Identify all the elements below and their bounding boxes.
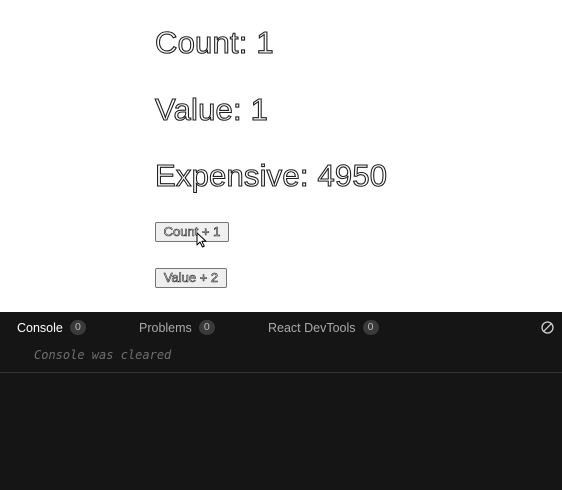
tab-label: Problems bbox=[139, 320, 192, 335]
value-heading: Value: 1 bbox=[154, 91, 269, 127]
tab-react-devtools[interactable]: React DevTools 0 bbox=[268, 319, 379, 336]
clear-console-icon[interactable] bbox=[541, 321, 554, 334]
tab-label: Console bbox=[17, 320, 63, 335]
value-plus-two-button[interactable]: Value + 2 bbox=[155, 268, 227, 288]
console-message: Console was cleared bbox=[34, 348, 172, 362]
tab-problems[interactable]: Problems 0 bbox=[139, 319, 215, 336]
expensive-heading: Expensive: 4950 bbox=[154, 157, 388, 193]
console-panel: Console 0 Problems 0 React DevTools 0 Conso… bbox=[0, 312, 562, 490]
console-divider bbox=[0, 372, 562, 373]
tab-console[interactable]: Console 0 bbox=[17, 319, 86, 336]
tab-label: React DevTools bbox=[268, 320, 356, 335]
tab-count-badge: 0 bbox=[362, 320, 379, 336]
count-heading: Count: 1 bbox=[154, 24, 274, 60]
tab-count-badge: 0 bbox=[198, 320, 215, 336]
mouse-cursor-icon bbox=[196, 232, 207, 248]
app-preview: Count: 1 Value: 1 Expensive: 4950 Count … bbox=[0, 0, 562, 312]
console-tab-bar: Console 0 Problems 0 React DevTools 0 bbox=[0, 312, 562, 342]
count-plus-one-button[interactable]: Count + 1 bbox=[155, 222, 229, 242]
tab-count-badge: 0 bbox=[69, 320, 86, 336]
